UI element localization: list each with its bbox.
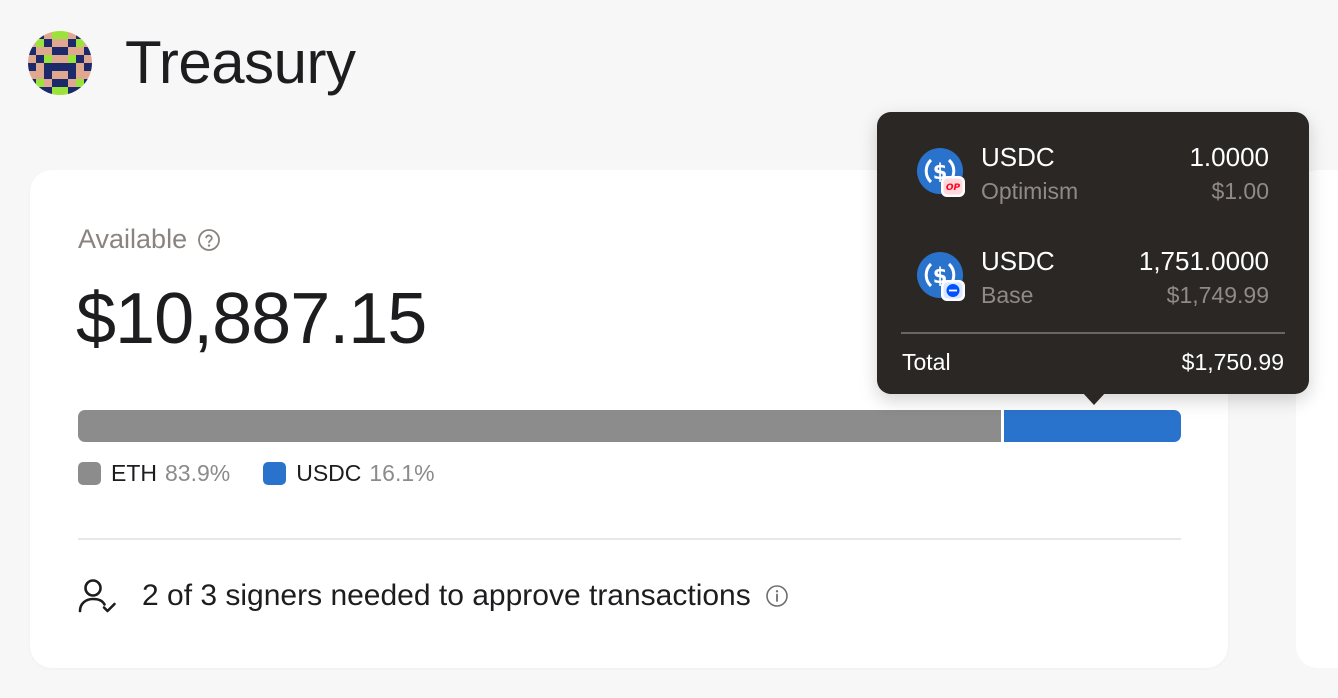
token-row-base: $ USDC Base 1,751.0000 $1,749.99 (917, 246, 1269, 310)
available-label: Available (78, 224, 188, 254)
bar-segment-eth[interactable] (78, 410, 1001, 442)
available-row: Available (78, 224, 221, 255)
tooltip-divider (901, 332, 1285, 334)
token-row-optimism: $ OP USDC Optimism 1.0000 $1.00 (917, 142, 1269, 206)
usdc-base-icon: $ (917, 252, 967, 302)
allocation-bar[interactable] (78, 410, 1181, 442)
token-amount: 1.0000 (1189, 142, 1269, 172)
legend-swatch (263, 462, 287, 485)
token-name: USDC (981, 142, 1055, 172)
bar-segment-usdc[interactable] (1003, 410, 1181, 442)
usdc-breakdown-tooltip: $ OP USDC Optimism 1.0000 $1.00 $ USDC B… (877, 112, 1309, 394)
token-chain: Optimism (981, 178, 1079, 204)
allocation-legend: ETH 83.9% USDC 16.1% (78, 460, 468, 487)
usdc-optimism-icon: $ OP (917, 148, 967, 198)
legend-percent: 83.9% (165, 460, 231, 486)
total-value: $1,750.99 (1181, 349, 1284, 375)
signers-text: 2 of 3 signers needed to approve transac… (142, 579, 751, 612)
available-balance: $10,887.15 (76, 279, 427, 359)
header: Treasury (28, 28, 356, 97)
treasury-page: Treasury Available $10,887.15 ETH 83.9% US… (0, 0, 1338, 698)
signers-row: 2 of 3 signers needed to approve transac… (78, 578, 789, 614)
info-icon[interactable] (765, 584, 789, 608)
token-chain: Base (981, 282, 1034, 308)
total-label: Total (902, 349, 951, 375)
question-circle-icon[interactable] (197, 228, 221, 252)
legend-asset-name: USDC (296, 460, 362, 486)
pixel-avatar-icon[interactable] (28, 30, 92, 95)
svg-text:OP: OP (946, 183, 961, 193)
divider (78, 538, 1181, 540)
tooltip-arrow (1082, 392, 1106, 405)
token-name: USDC (981, 246, 1055, 276)
legend-item-eth: ETH 83.9% (78, 460, 230, 487)
legend-percent: 16.1% (369, 460, 435, 486)
token-value: $1,749.99 (1166, 282, 1269, 308)
user-check-icon (78, 578, 118, 614)
legend-swatch (78, 462, 101, 485)
page-title: Treasury (125, 29, 356, 96)
legend-item-usdc: USDC 16.1% (263, 460, 435, 487)
token-amount: 1,751.0000 (1138, 246, 1269, 276)
legend-asset-name: ETH (111, 460, 157, 486)
token-value: $1.00 (1211, 178, 1269, 204)
